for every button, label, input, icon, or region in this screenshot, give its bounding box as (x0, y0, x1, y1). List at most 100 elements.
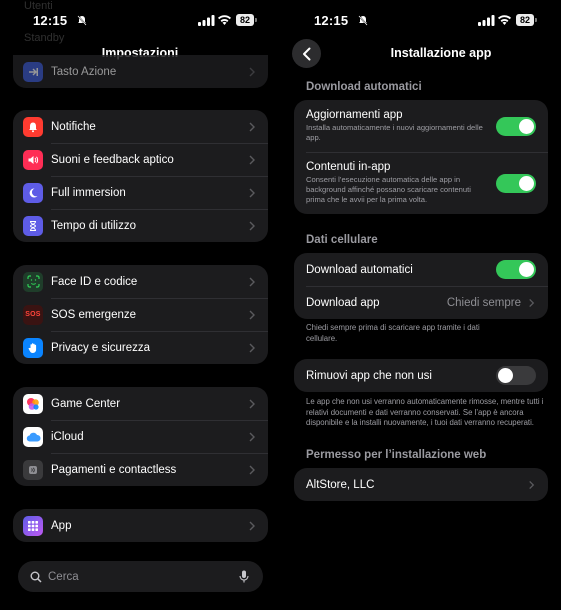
cloud-icon (23, 426, 43, 447)
offload-row: Rimuovi app che non usi (294, 359, 548, 392)
chevron-left-icon (302, 47, 310, 60)
row-label: SOS emergenze (51, 308, 137, 321)
in-app-content-toggle[interactable] (496, 173, 536, 193)
game-center-icon (23, 393, 43, 414)
row-label: App (51, 519, 72, 532)
settings-group-security: Face ID e codice SOS SOS emergenze Priva… (13, 265, 268, 364)
battery-indicator: 82 (516, 14, 537, 26)
settings-row-suoni[interactable]: Suoni e feedback aptico (13, 143, 268, 176)
chevron-right-icon (249, 399, 255, 408)
chevron-right-icon (249, 221, 255, 230)
row-label: Tasto Azione (51, 65, 117, 78)
chevron-right-icon (529, 298, 535, 307)
silent-bell-icon (77, 15, 87, 26)
moon-icon (23, 182, 43, 203)
settings-row-sos[interactable]: SOS SOS emergenze (13, 298, 268, 331)
settings-row-privacy[interactable]: Privacy e sicurezza (13, 331, 268, 364)
wallet-icon (23, 459, 43, 480)
row-title: Download automatici (306, 263, 413, 276)
settings-row-tempo-utilizzo[interactable]: Tempo di utilizzo (13, 209, 268, 242)
cellular-auto-download-row: Download automatici (294, 253, 548, 286)
row-title: AltStore, LLC (306, 478, 375, 491)
bell-icon (23, 116, 43, 137)
status-bar: 12:15 82 (281, 12, 561, 30)
auto-updates-toggle[interactable] (496, 116, 536, 136)
cellular-footer: Chiedi sempre prima di scaricare app tra… (306, 323, 480, 343)
search-field[interactable]: Cerca (18, 561, 263, 592)
settings-row-face-id[interactable]: Face ID e codice (13, 265, 268, 298)
sos-icon: SOS (23, 304, 43, 325)
wifi-icon (498, 15, 511, 25)
offload-group: Rimuovi app che non usi (294, 359, 548, 392)
settings-row-tasto-azione[interactable]: Tasto Azione (13, 55, 268, 88)
chevron-right-icon (249, 432, 255, 441)
cellular-group: Download automatici Download app Chiedi … (294, 253, 548, 319)
row-title: Contenuti in-app (306, 161, 391, 173)
auto-updates-row: Aggiornamenti app Installa automaticamen… (294, 100, 548, 152)
ghost-item: Utenti (24, 0, 53, 12)
chevron-right-icon (249, 188, 255, 197)
row-label: iCloud (51, 430, 84, 443)
row-description: Installa automaticamente i nuovi aggiorn… (306, 123, 483, 142)
back-button[interactable] (292, 39, 321, 68)
face-id-icon (23, 271, 43, 292)
status-bar: 12:15 82 (0, 12, 280, 30)
settings-row-game-center[interactable]: Game Center (13, 387, 268, 420)
page-title: Installazione app (390, 46, 492, 60)
section-header-cellular: Dati cellulare (306, 234, 378, 246)
row-label: Tempo di utilizzo (51, 219, 137, 232)
chevron-right-icon (249, 122, 255, 131)
row-label: Pagamenti e contactless (51, 463, 177, 476)
settings-row-app[interactable]: App (13, 509, 268, 542)
chevron-right-icon (249, 521, 255, 530)
row-label: Game Center (51, 397, 121, 410)
wifi-icon (218, 15, 231, 25)
chevron-right-icon (249, 155, 255, 164)
settings-group-apps: App (13, 509, 268, 542)
search-icon (30, 571, 42, 583)
ghost-item: Standby (24, 32, 65, 44)
settings-group-accounts: Game Center iCloud Pagamenti e contactle… (13, 387, 268, 486)
web-install-group: AltStore, LLC (294, 468, 548, 501)
row-label: Suoni e feedback aptico (51, 153, 174, 166)
row-label: Full immersion (51, 186, 126, 199)
offload-footer: Le app che non usi verranno automaticame… (306, 397, 544, 427)
cellular-signal-icon (478, 15, 495, 26)
row-title: Rimuovi app che non usi (306, 369, 432, 382)
web-install-item[interactable]: AltStore, LLC (294, 468, 548, 501)
settings-screen: 12:15 82 Utenti Standby Impostazioni Tas… (0, 0, 280, 610)
section-header-web-install: Permesso per l’installazione web (306, 449, 487, 461)
settings-row-notifiche[interactable]: Notifiche (13, 110, 268, 143)
hand-icon (23, 337, 43, 358)
clock: 12:15 (314, 13, 349, 28)
settings-row-icloud[interactable]: iCloud (13, 420, 268, 453)
microphone-icon[interactable] (239, 570, 249, 583)
search-placeholder: Cerca (48, 570, 79, 583)
chevron-right-icon (249, 277, 255, 286)
app-install-screen: 12:15 82 Installazione app Download auto… (281, 0, 561, 610)
chevron-right-icon (249, 465, 255, 474)
cellular-download-app-row[interactable]: Download app Chiedi sempre (294, 286, 548, 319)
section-header-auto-download: Download automatici (306, 81, 422, 93)
row-title: Download app (306, 296, 380, 309)
settings-row-pagamenti[interactable]: Pagamenti e contactless (13, 453, 268, 486)
row-title: Aggiornamenti app (306, 109, 403, 121)
chevron-right-icon (529, 480, 535, 489)
app-grid-icon (23, 515, 43, 536)
offload-toggle[interactable] (496, 366, 536, 385)
row-label: Face ID e codice (51, 275, 138, 288)
battery-indicator: 82 (236, 14, 257, 26)
auto-download-group: Aggiornamenti app Installa automaticamen… (294, 100, 548, 214)
hourglass-icon (23, 215, 43, 236)
silent-bell-icon (358, 15, 368, 26)
settings-group-notifications: Notifiche Suoni e feedback aptico Full i… (13, 110, 268, 242)
cellular-auto-download-toggle[interactable] (496, 260, 536, 279)
settings-group-action: Tasto Azione (13, 55, 268, 88)
clock: 12:15 (33, 13, 68, 28)
chevron-right-icon (249, 67, 255, 76)
row-label: Privacy e sicurezza (51, 341, 151, 354)
chevron-right-icon (249, 310, 255, 319)
speaker-icon (23, 149, 43, 170)
settings-row-full-immersion[interactable]: Full immersion (13, 176, 268, 209)
in-app-content-row: Contenuti in-app Consenti l’esecuzione a… (294, 152, 548, 214)
